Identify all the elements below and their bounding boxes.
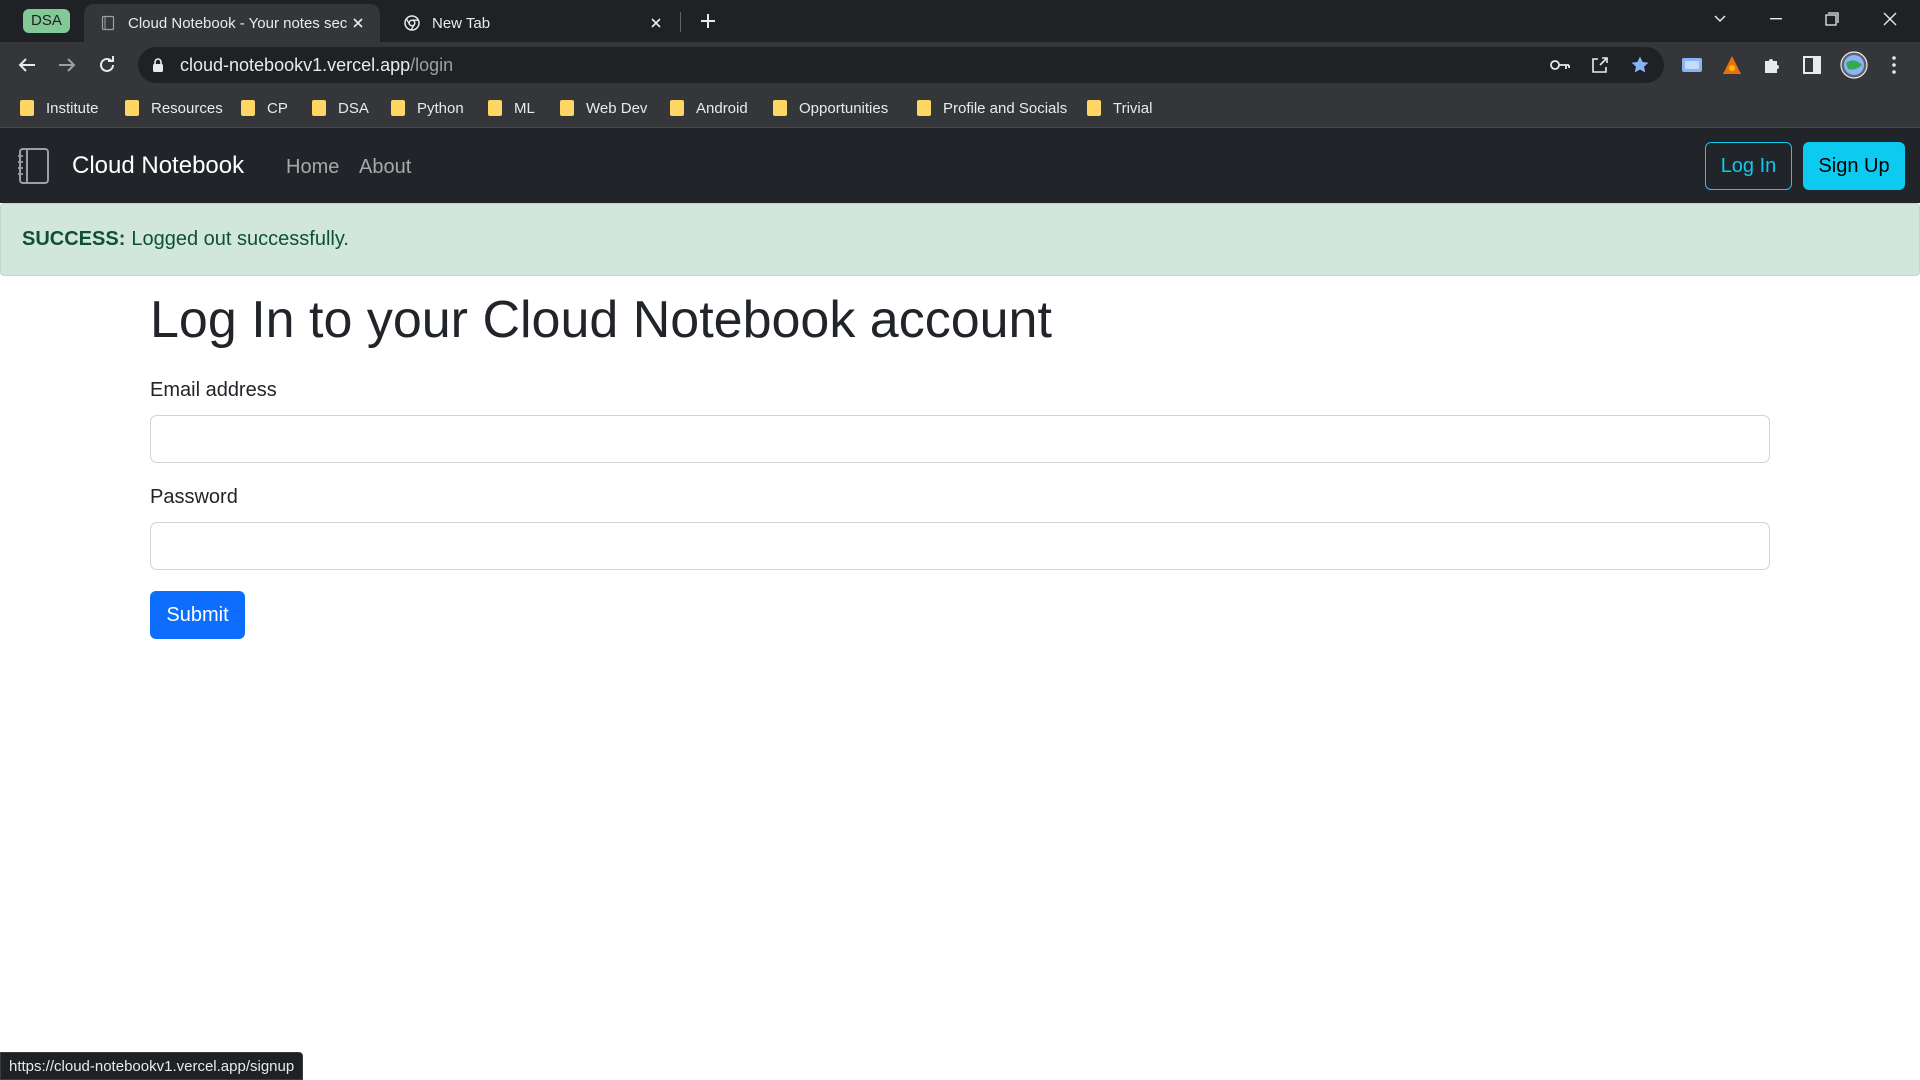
extension-icon[interactable]	[1720, 53, 1744, 77]
side-panel-icon[interactable]	[1800, 53, 1824, 77]
nav-link-about[interactable]: About	[359, 156, 411, 179]
bookmark-star-icon[interactable]	[1628, 53, 1652, 77]
more-menu-icon[interactable]	[1882, 53, 1906, 77]
login-button[interactable]: Log In	[1705, 142, 1792, 190]
browser-tab-active[interactable]: Cloud Notebook - Your notes secured in t…	[84, 4, 380, 42]
page-title: Log In to your Cloud Notebook account	[150, 291, 1052, 349]
password-label: Password	[150, 486, 238, 508]
bookmark-folder[interactable]: Web Dev	[560, 96, 647, 120]
folder-icon	[773, 100, 787, 116]
site-navbar: Cloud Notebook Home About Log In Sign Up	[0, 128, 1920, 203]
bookmark-folder[interactable]: ML	[488, 96, 535, 120]
lock-icon[interactable]	[152, 57, 166, 73]
back-icon[interactable]	[11, 49, 43, 81]
folder-icon	[391, 100, 405, 116]
folder-icon	[312, 100, 326, 116]
folder-icon	[488, 100, 502, 116]
close-tab-icon[interactable]	[348, 13, 368, 33]
extension-icon[interactable]	[1680, 53, 1704, 77]
nav-link-home[interactable]: Home	[286, 156, 339, 179]
alert-message: Logged out successfully.	[131, 228, 349, 250]
tab-separator	[680, 12, 681, 32]
reload-icon[interactable]	[91, 49, 123, 81]
browser-toolbar: cloud-notebookv1.vercel.app/login	[0, 42, 1920, 88]
folder-icon	[1087, 100, 1101, 116]
bookmark-folder[interactable]: CP	[241, 96, 288, 120]
bookmarks-bar: Institute Resources CP DSA Python ML Web…	[0, 88, 1920, 128]
bookmark-folder[interactable]: Resources	[125, 96, 223, 120]
restore-icon[interactable]	[1804, 0, 1860, 38]
profile-avatar[interactable]	[1840, 51, 1868, 79]
folder-icon	[241, 100, 255, 116]
brand-link[interactable]: Cloud Notebook	[72, 152, 244, 180]
url-host: cloud-notebookv1.vercel.app	[180, 54, 411, 75]
status-url-bubble: https://cloud-notebookv1.vercel.app/sign…	[0, 1052, 304, 1080]
chrome-icon	[404, 15, 420, 31]
browser-tabstrip: DSA Cloud Notebook - Your notes secured …	[0, 0, 1920, 42]
tab-title: Cloud Notebook - Your notes secured in t…	[128, 14, 348, 32]
forward-icon[interactable]	[51, 49, 83, 81]
bookmark-folder[interactable]: Android	[670, 96, 748, 120]
email-field[interactable]	[150, 415, 1770, 463]
browser-tab-inactive[interactable]: New Tab	[388, 4, 678, 42]
new-tab-icon[interactable]	[694, 9, 722, 33]
tab-group-chip[interactable]: DSA	[23, 9, 70, 33]
email-label: Email address	[150, 379, 277, 401]
key-icon[interactable]	[1548, 53, 1572, 77]
notebook-icon	[18, 148, 49, 184]
folder-icon	[560, 100, 574, 116]
extensions-puzzle-icon[interactable]	[1760, 53, 1784, 77]
share-icon[interactable]	[1588, 53, 1612, 77]
submit-button[interactable]: Submit	[150, 591, 245, 639]
bookmark-folder[interactable]: Trivial	[1087, 96, 1152, 120]
bookmark-folder[interactable]: Opportunities	[773, 96, 888, 120]
bookmark-folder[interactable]: Institute	[20, 96, 99, 120]
folder-icon	[917, 100, 931, 116]
password-field[interactable]	[150, 522, 1770, 570]
tab-search-icon[interactable]	[1692, 0, 1748, 38]
folder-icon	[125, 100, 139, 116]
bookmark-folder[interactable]: Profile and Socials	[917, 96, 1067, 120]
url-path: /login	[410, 54, 454, 75]
alert-type: SUCCESS:	[22, 228, 126, 250]
page-favicon-icon	[101, 15, 115, 31]
address-bar[interactable]: cloud-notebookv1.vercel.app/login	[138, 47, 1664, 83]
close-window-icon[interactable]	[1862, 0, 1918, 38]
bookmark-folder[interactable]: DSA	[312, 96, 369, 120]
close-tab-icon[interactable]	[646, 13, 666, 33]
folder-icon	[670, 100, 684, 116]
success-alert: SUCCESS: Logged out successfully.	[0, 203, 1920, 276]
folder-icon	[20, 100, 34, 116]
tab-title: New Tab	[432, 14, 491, 32]
bookmark-folder[interactable]: Python	[391, 96, 464, 120]
minimize-icon[interactable]	[1748, 0, 1804, 38]
signup-button[interactable]: Sign Up	[1803, 142, 1905, 190]
